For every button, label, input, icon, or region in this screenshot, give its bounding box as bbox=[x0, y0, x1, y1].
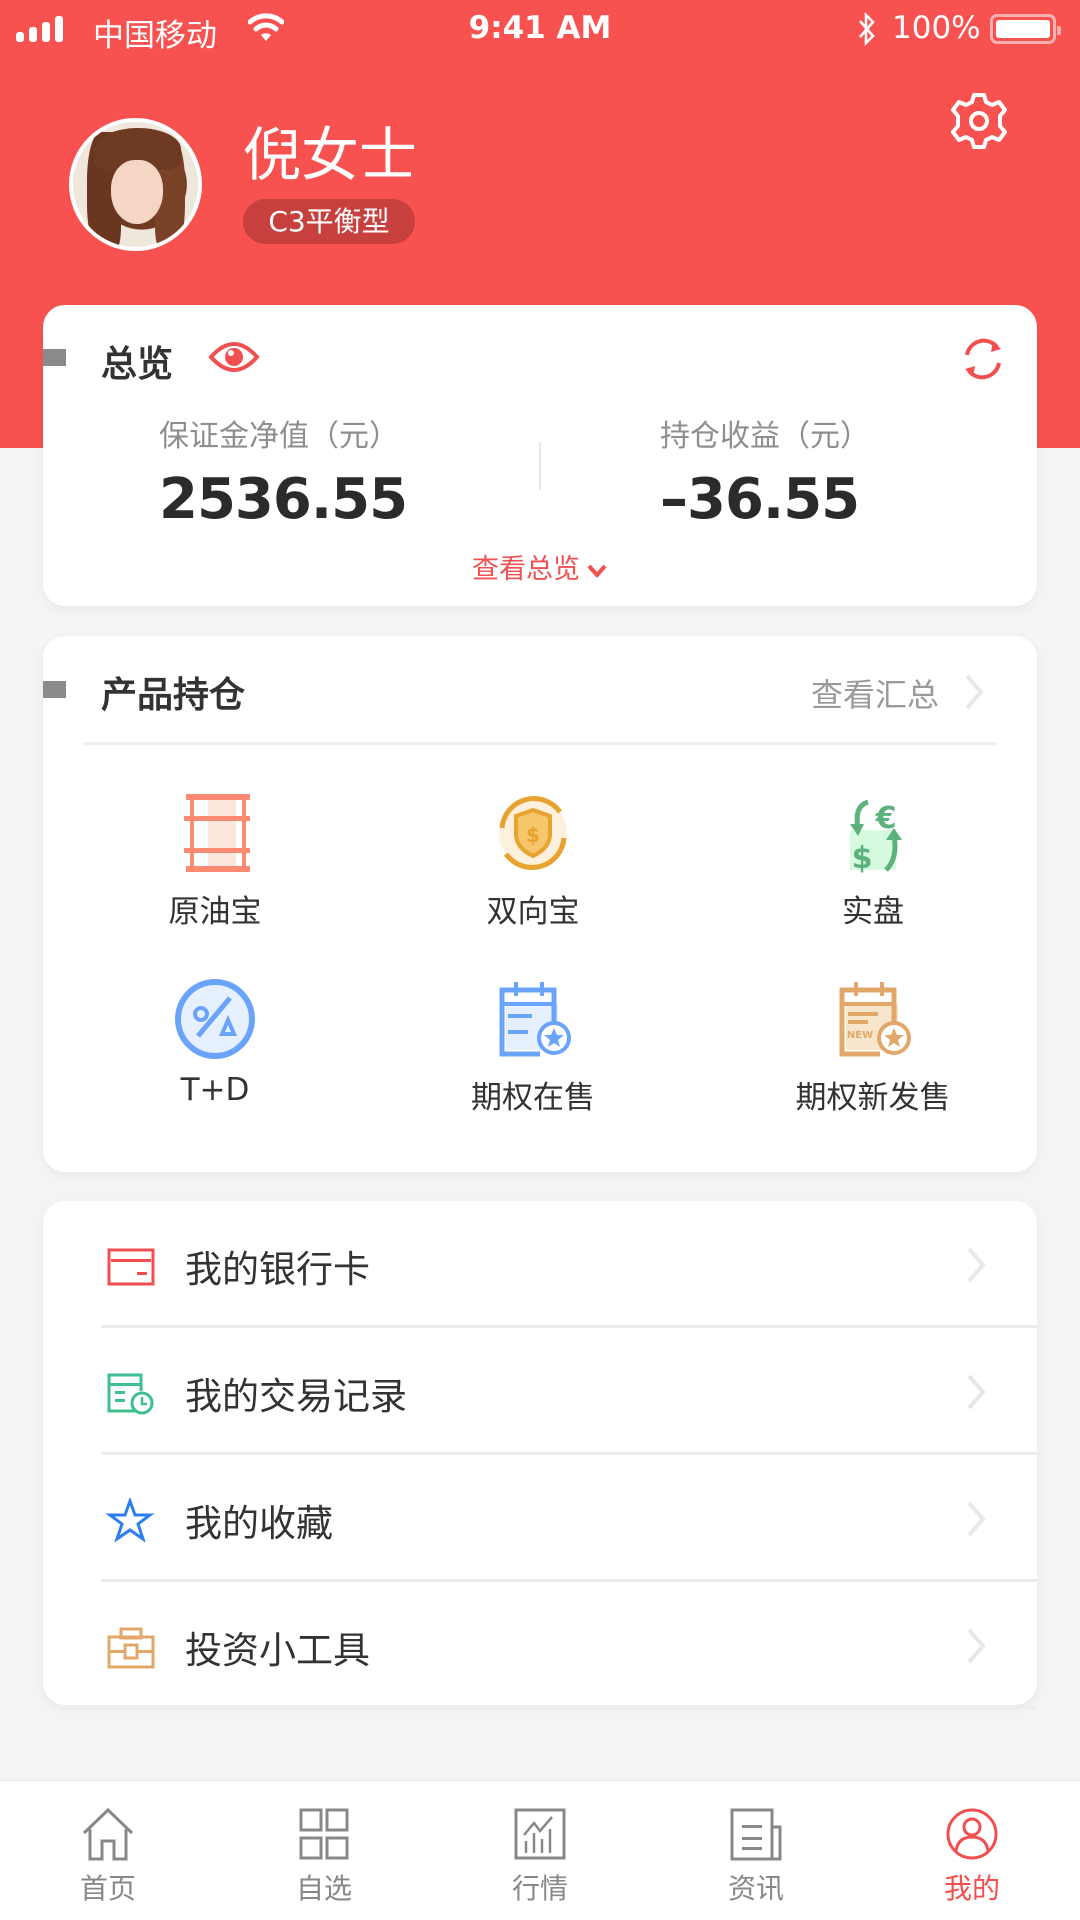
bottom-tab-bar: 首页 自选 行情 资讯 我的 bbox=[0, 1780, 1080, 1920]
refresh-icon[interactable] bbox=[957, 333, 1009, 385]
view-overview-label: 查看总览 bbox=[472, 554, 580, 585]
user-icon bbox=[946, 1808, 998, 1860]
tab-news[interactable]: 资讯 bbox=[648, 1781, 864, 1920]
bank-card-icon bbox=[107, 1248, 155, 1286]
product-item-shuangxiangbao[interactable]: $ 双向宝 bbox=[413, 788, 653, 931]
tab-label: 行情 bbox=[511, 1872, 568, 1905]
tab-market[interactable]: 行情 bbox=[432, 1781, 648, 1920]
percent-icon bbox=[175, 979, 255, 1059]
calendar-star-icon bbox=[499, 982, 571, 1057]
tab-label: 首页 bbox=[79, 1872, 136, 1905]
user-name: 倪女士 bbox=[243, 121, 418, 189]
oil-barrel-icon bbox=[184, 794, 250, 872]
settings-gear-icon[interactable] bbox=[948, 90, 1010, 152]
battery-icon bbox=[990, 14, 1061, 44]
product-holdings-title: 产品持仓 bbox=[101, 675, 246, 716]
product-label: 期权新发售 bbox=[795, 1080, 951, 1116]
news-icon bbox=[730, 1808, 782, 1861]
currency-exchange-icon: €$ bbox=[850, 799, 902, 876]
position-profit: 持仓收益（元） –36.55 bbox=[660, 411, 870, 532]
chevron-right-icon bbox=[967, 1247, 986, 1283]
product-item-oil[interactable]: 原油宝 bbox=[95, 788, 335, 931]
profit-value: –36.55 bbox=[660, 467, 860, 532]
battery-percent: 100% bbox=[892, 10, 981, 46]
menu-item-bank-card[interactable]: 我的银行卡 bbox=[43, 1201, 1037, 1328]
chevron-down-icon bbox=[587, 564, 607, 578]
svg-text:$: $ bbox=[852, 841, 873, 876]
product-label: 期权在售 bbox=[471, 1080, 595, 1116]
svg-text:NEW: NEW bbox=[847, 1030, 873, 1041]
product-item-options-on-sale[interactable]: 期权在售 bbox=[413, 974, 653, 1117]
avatar[interactable] bbox=[69, 118, 202, 251]
product-label: 原油宝 bbox=[168, 894, 262, 930]
chevron-right-icon[interactable] bbox=[963, 672, 985, 712]
margin-net-value: 保证金净值（元） 2536.55 bbox=[159, 411, 408, 532]
tab-label: 自选 bbox=[295, 1872, 352, 1905]
menu-item-investment-tools[interactable]: 投资小工具 bbox=[43, 1582, 1037, 1709]
section-marker bbox=[43, 349, 66, 366]
divider bbox=[539, 442, 541, 490]
home-icon bbox=[82, 1807, 134, 1861]
bluetooth-icon bbox=[859, 12, 875, 46]
risk-level-badge: C3平衡型 bbox=[243, 199, 415, 244]
chevron-right-icon bbox=[967, 1501, 986, 1537]
shield-dollar-icon: $ bbox=[499, 796, 567, 870]
chevron-right-icon bbox=[967, 1374, 986, 1410]
view-overview-button[interactable]: 查看总览 bbox=[43, 547, 1037, 586]
chart-icon bbox=[514, 1808, 566, 1860]
margin-value: 2536.55 bbox=[159, 467, 408, 532]
product-item-options-new[interactable]: NEW 期权新发售 bbox=[753, 974, 993, 1117]
section-marker bbox=[43, 681, 66, 698]
star-icon bbox=[105, 1498, 155, 1542]
menu-card: 我的银行卡 我的交易记录 我的收藏 投资小工具 bbox=[43, 1201, 1037, 1709]
svg-text:$: $ bbox=[526, 823, 540, 847]
tab-home[interactable]: 首页 bbox=[0, 1781, 216, 1920]
toolbox-icon bbox=[107, 1627, 155, 1669]
margin-label: 保证金净值（元） bbox=[159, 419, 399, 454]
product-holdings-card: 产品持仓 查看汇总 原油宝 $ 双向宝 € $ 实盘 T+D 期权在售 NEW 期… bbox=[43, 636, 1037, 1172]
product-item-td[interactable]: T+D bbox=[95, 974, 335, 1108]
status-bar: 中国移动 9:41 AM 100% bbox=[0, 0, 1080, 60]
tab-label: 我的 bbox=[943, 1872, 1000, 1905]
eye-icon[interactable] bbox=[208, 337, 260, 377]
overview-card: 总览 保证金净值（元） 2536.55 持仓收益（元） –36.55 查看总览 bbox=[43, 305, 1037, 606]
menu-label: 我的交易记录 bbox=[185, 1375, 407, 1418]
menu-label: 我的收藏 bbox=[185, 1502, 333, 1545]
calendar-new-icon: NEW bbox=[839, 982, 911, 1057]
transaction-record-icon bbox=[107, 1373, 154, 1415]
product-label: 双向宝 bbox=[486, 894, 580, 930]
menu-item-transaction-records[interactable]: 我的交易记录 bbox=[43, 1328, 1037, 1455]
overview-title: 总览 bbox=[101, 344, 174, 385]
tab-label: 资讯 bbox=[727, 1872, 784, 1905]
tab-mine[interactable]: 我的 bbox=[864, 1781, 1080, 1920]
product-label: 实盘 bbox=[842, 894, 904, 930]
profit-label: 持仓收益（元） bbox=[660, 419, 870, 454]
tab-watchlist[interactable]: 自选 bbox=[216, 1781, 432, 1920]
menu-item-favorites[interactable]: 我的收藏 bbox=[43, 1455, 1037, 1582]
view-summary-link[interactable]: 查看汇总 bbox=[811, 670, 939, 716]
product-label: T+D bbox=[180, 1072, 250, 1108]
grid-icon bbox=[299, 1808, 349, 1860]
menu-label: 我的银行卡 bbox=[185, 1248, 370, 1291]
divider bbox=[83, 742, 997, 745]
product-item-spot[interactable]: € $ 实盘 bbox=[753, 788, 993, 931]
menu-label: 投资小工具 bbox=[185, 1629, 370, 1672]
chevron-right-icon bbox=[967, 1628, 986, 1664]
